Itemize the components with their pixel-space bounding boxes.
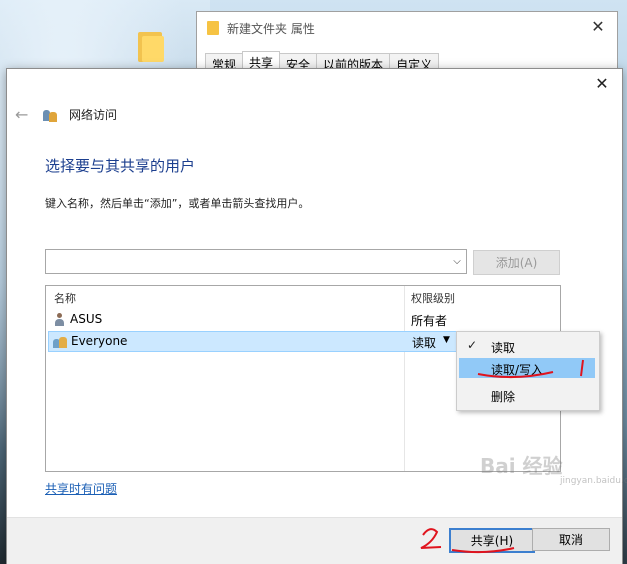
chevron-down-icon[interactable]: ⌵ <box>450 253 464 269</box>
add-button[interactable]: 添加(A) <box>473 250 560 275</box>
user-name-combobox[interactable]: ⌵ <box>45 249 467 274</box>
group-icon <box>53 335 67 348</box>
network-access-dialog: ✕ ← 网络访问 选择要与其共享的用户 键入名称，然后单击“添加”，或者单击箭头… <box>6 68 623 564</box>
watermark-subtitle: jingyan.baidu.com <box>560 476 627 486</box>
instruction-text: 键入名称，然后单击“添加”，或者单击箭头查找用户。 <box>45 197 310 210</box>
permission-level[interactable]: 读取 <box>412 334 436 351</box>
dropdown-arrow-icon[interactable]: ▼ <box>443 335 450 345</box>
desktop-folder-icon[interactable] <box>138 28 164 62</box>
list-item[interactable]: ASUS 所有者 <box>48 310 558 329</box>
sharing-help-link[interactable]: 共享时有问题 <box>45 480 117 497</box>
properties-title-bar: 新建文件夹 属性 <box>207 18 315 38</box>
menu-item-label: 读取/写入 <box>491 363 544 377</box>
cancel-button[interactable]: 取消 <box>532 528 610 551</box>
menu-item-read[interactable]: ✓ 读取 <box>459 336 595 356</box>
user-icon <box>54 313 64 326</box>
page-title: 选择要与其共享的用户 <box>45 157 196 175</box>
user-name: ASUS <box>70 312 103 326</box>
check-icon: ✓ <box>467 338 478 352</box>
column-header-permission[interactable]: 权限级别 <box>411 290 455 306</box>
close-icon[interactable]: ✕ <box>587 16 609 36</box>
nav-title: 网络访问 <box>69 108 118 122</box>
permission-context-menu: ✓ 读取 读取/写入 删除 <box>456 331 600 411</box>
folder-icon <box>207 21 219 35</box>
dialog-footer: 共享(H) 取消 <box>7 517 622 564</box>
share-button[interactable]: 共享(H) <box>449 528 535 553</box>
network-users-icon <box>43 108 57 122</box>
menu-item-label: 读取 <box>491 341 516 355</box>
menu-item-read-write[interactable]: 读取/写入 <box>459 358 595 378</box>
menu-item-label: 删除 <box>491 390 516 404</box>
menu-item-remove[interactable]: 删除 <box>459 385 595 405</box>
watermark: Bai 经验 <box>480 454 563 478</box>
permission-level: 所有者 <box>411 314 448 328</box>
properties-title: 新建文件夹 属性 <box>227 21 315 36</box>
close-icon[interactable]: ✕ <box>590 73 614 93</box>
list-header: 名称 权限级别 <box>46 286 560 308</box>
nav-row: ← 网络访问 <box>15 105 117 124</box>
column-header-name[interactable]: 名称 <box>54 290 76 306</box>
user-name: Everyone <box>71 334 128 348</box>
back-arrow-icon[interactable]: ← <box>15 105 31 124</box>
